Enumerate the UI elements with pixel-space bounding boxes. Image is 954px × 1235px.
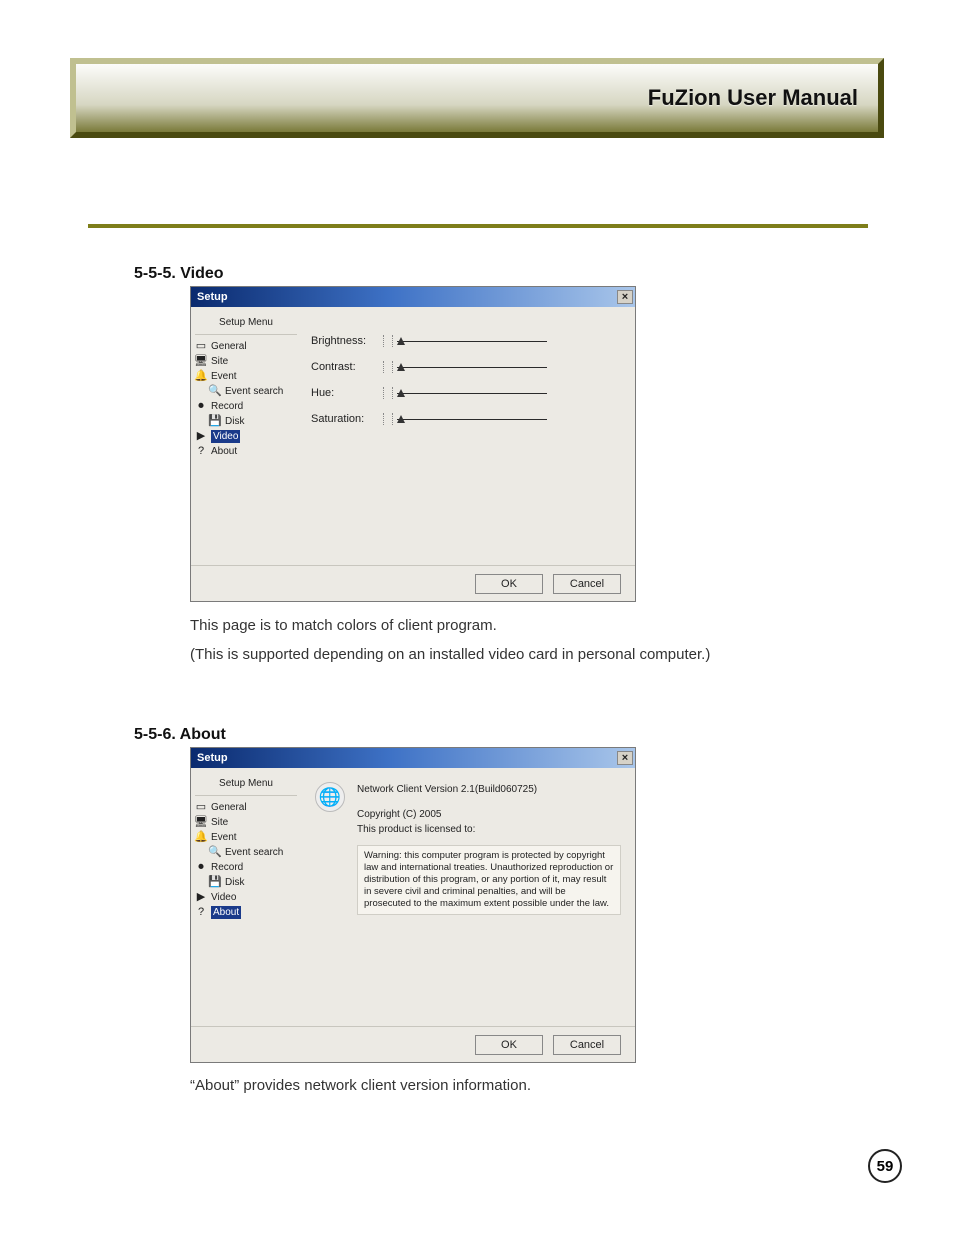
- about-text: Network Client Version 2.1(Build060725) …: [357, 782, 621, 915]
- video-caption-2: (This is supported depending on an insta…: [190, 646, 710, 663]
- page-number: 59: [868, 1149, 902, 1183]
- setup-menu-header: Setup Menu: [195, 313, 297, 335]
- setup-menu-header: Setup Menu: [195, 774, 297, 796]
- hue-slider[interactable]: [397, 393, 547, 394]
- about-caption: “About” provides network client version …: [190, 1077, 531, 1094]
- slider-thumb-icon: [397, 337, 405, 345]
- contrast-slider[interactable]: [397, 367, 547, 368]
- monitor-icon: 🖥: [195, 817, 207, 829]
- record-icon: ⏺: [195, 401, 207, 413]
- slider-thumb-icon: [397, 363, 405, 371]
- section-heading-video: 5-5-5. Video: [134, 265, 224, 283]
- disk-icon: 💾: [209, 877, 221, 889]
- setup-dialog-about: Setup × Setup Menu ▭General 🖥Site 🔔Event…: [190, 747, 636, 1063]
- tree-item-site[interactable]: 🖥Site: [195, 354, 297, 369]
- close-icon[interactable]: ×: [617, 751, 633, 765]
- slider-thumb-icon: [397, 389, 405, 397]
- setup-menu-tree: Setup Menu ▭General 🖥Site 🔔Event 🔍Event …: [191, 307, 301, 565]
- tree-item-about[interactable]: ?About: [195, 444, 297, 459]
- record-icon: ⏺: [195, 862, 207, 874]
- ticks-icon: [383, 387, 393, 399]
- tree-item-event-search[interactable]: 🔍Event search: [195, 384, 297, 399]
- divider: [88, 224, 868, 228]
- search-icon: 🔍: [209, 386, 221, 398]
- titlebar: Setup ×: [191, 748, 635, 768]
- tree-item-event[interactable]: 🔔Event: [195, 369, 297, 384]
- tree-item-disk[interactable]: 💾Disk: [195, 414, 297, 429]
- contrast-label: Contrast:: [311, 361, 383, 373]
- cancel-button[interactable]: Cancel: [553, 574, 621, 594]
- section-heading-about: 5-5-6. About: [134, 726, 226, 744]
- question-icon: ?: [195, 446, 207, 458]
- tree-item-event[interactable]: 🔔Event: [195, 830, 297, 845]
- manual-title: FuZion User Manual: [648, 85, 858, 111]
- question-icon: ?: [195, 907, 207, 919]
- ticks-icon: [383, 413, 393, 425]
- ticks-icon: [383, 361, 393, 373]
- ok-button[interactable]: OK: [475, 574, 543, 594]
- cancel-button[interactable]: Cancel: [553, 1035, 621, 1055]
- video-icon: ▶: [195, 892, 207, 904]
- brightness-label: Brightness:: [311, 335, 383, 347]
- hue-label: Hue:: [311, 387, 383, 399]
- tree-item-site[interactable]: 🖥Site: [195, 815, 297, 830]
- monitor-icon: 🖥: [195, 356, 207, 368]
- video-settings-panel: Brightness: Contrast: Hue: Saturation:: [301, 307, 635, 565]
- globe-icon: 🌐: [315, 782, 345, 812]
- tree-item-general[interactable]: ▭General: [195, 800, 297, 815]
- page-header: FuZion User Manual: [70, 58, 884, 138]
- tree-item-disk[interactable]: 💾Disk: [195, 875, 297, 890]
- saturation-row: Saturation:: [311, 413, 625, 425]
- brightness-slider[interactable]: [397, 341, 547, 342]
- card-icon: ▭: [195, 802, 207, 814]
- hue-row: Hue:: [311, 387, 625, 399]
- saturation-label: Saturation:: [311, 413, 383, 425]
- tree-item-record[interactable]: ⏺Record: [195, 399, 297, 414]
- contrast-row: Contrast:: [311, 361, 625, 373]
- setup-menu-tree: Setup Menu ▭General 🖥Site 🔔Event 🔍Event …: [191, 768, 301, 1026]
- brightness-row: Brightness:: [311, 335, 625, 347]
- disk-icon: 💾: [209, 416, 221, 428]
- close-icon[interactable]: ×: [617, 290, 633, 304]
- titlebar: Setup ×: [191, 287, 635, 307]
- dialog-button-bar: OK Cancel: [191, 1026, 635, 1062]
- about-panel: 🌐 Network Client Version 2.1(Build060725…: [301, 768, 635, 1026]
- dialog-button-bar: OK Cancel: [191, 565, 635, 601]
- search-icon: 🔍: [209, 847, 221, 859]
- about-copyright: Copyright (C) 2005: [357, 807, 621, 822]
- about-version: Network Client Version 2.1(Build060725): [357, 782, 621, 797]
- tree-item-video[interactable]: ▶Video: [195, 429, 297, 444]
- card-icon: ▭: [195, 341, 207, 353]
- dialog-title: Setup: [197, 291, 228, 303]
- bell-icon: 🔔: [195, 832, 207, 844]
- tree-item-event-search[interactable]: 🔍Event search: [195, 845, 297, 860]
- tree-item-about[interactable]: ?About: [195, 905, 297, 920]
- slider-thumb-icon: [397, 415, 405, 423]
- bell-icon: 🔔: [195, 371, 207, 383]
- tree-item-video[interactable]: ▶Video: [195, 890, 297, 905]
- video-caption-1: This page is to match colors of client p…: [190, 617, 497, 634]
- setup-dialog-video: Setup × Setup Menu ▭General 🖥Site 🔔Event…: [190, 286, 636, 602]
- tree-item-record[interactable]: ⏺Record: [195, 860, 297, 875]
- saturation-slider[interactable]: [397, 419, 547, 420]
- video-icon: ▶: [195, 431, 207, 443]
- dialog-title: Setup: [197, 752, 228, 764]
- ok-button[interactable]: OK: [475, 1035, 543, 1055]
- tree-item-general[interactable]: ▭General: [195, 339, 297, 354]
- about-license-line: This product is licensed to:: [357, 822, 621, 837]
- about-warning: Warning: this computer program is protec…: [357, 845, 621, 915]
- ticks-icon: [383, 335, 393, 347]
